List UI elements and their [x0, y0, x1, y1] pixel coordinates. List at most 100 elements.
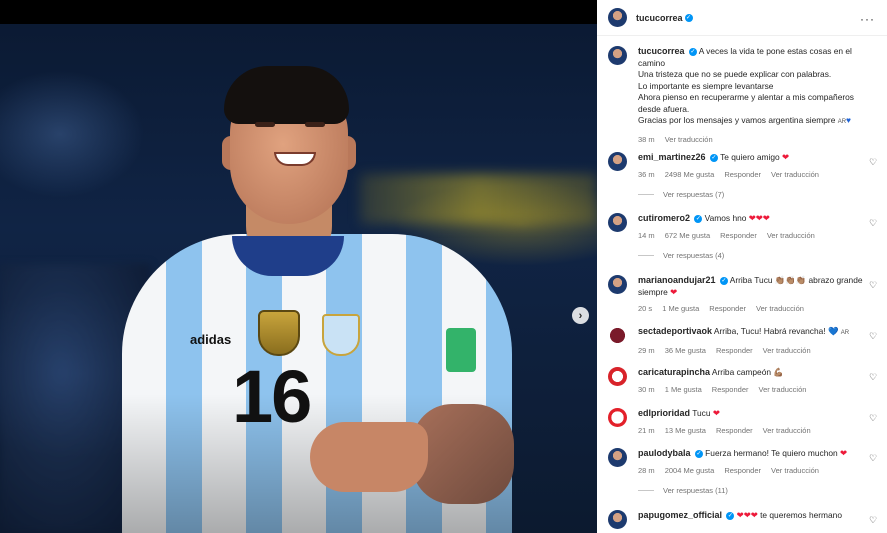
reply-button[interactable]: Responder [720, 230, 757, 242]
comment-text: Tucu [692, 408, 711, 418]
comment-meta: 29 m 36 Me gusta Responder Ver traducció… [638, 345, 866, 357]
comment-username[interactable]: sectadeportivaok [638, 326, 712, 336]
comment-meta: 30 m 1 Me gusta Responder Ver traducción [638, 384, 866, 396]
caption-username[interactable]: tucucorrea [638, 46, 685, 56]
reply-button[interactable]: Responder [716, 345, 753, 357]
see-translation-link[interactable]: Ver traducción [767, 230, 815, 242]
verified-badge-icon: ✓ [694, 449, 703, 458]
heart-outline-icon[interactable]: ♡ [869, 219, 878, 228]
comment-likes[interactable]: 2004 Me gusta [665, 465, 715, 477]
comment-username[interactable]: marianoandujar21 [638, 275, 716, 285]
sleeve-patch [446, 328, 476, 372]
reply-button[interactable]: Responder [724, 465, 761, 477]
see-translation-link[interactable]: Ver traducción [763, 345, 811, 357]
comment-time: 20 s [638, 304, 653, 313]
avatar[interactable] [608, 326, 627, 345]
more-options-icon[interactable]: ··· [860, 12, 875, 26]
reply-button[interactable]: Responder [712, 384, 749, 396]
comment-username[interactable]: edlprioridad [638, 408, 690, 418]
caption-line: Una tristeza que no se puede explicar co… [638, 69, 832, 79]
view-replies-label: Ver respuestas (4) [663, 251, 725, 260]
comment-username[interactable]: papugomez_official [638, 510, 722, 520]
view-replies-button[interactable]: Ver respuestas (4) [638, 250, 866, 262]
caption-line-last: Gracias por los mensajes y vamos argenti… [638, 115, 878, 129]
avatar[interactable] [608, 275, 627, 294]
comment-item: papugomez_official ✓ ❤❤❤ te queremos her… [608, 510, 878, 529]
comment-likes[interactable]: 2498 Me gusta [665, 169, 715, 181]
comment-likes[interactable]: 672 Me gusta [665, 230, 710, 242]
next-media-button[interactable]: › [572, 307, 589, 324]
post-header: tucucorrea ✓ ··· [597, 0, 887, 36]
avatar[interactable] [608, 408, 627, 427]
comment-text: Arriba campeón [711, 367, 772, 377]
comment-username[interactable]: emi_martinez26 [638, 152, 706, 162]
red-heart-emoji: ❤ [670, 286, 678, 297]
comment-body: papugomez_official ✓ ❤❤❤ te queremos her… [638, 510, 866, 529]
avatar[interactable] [608, 510, 627, 529]
caption-line: Lo importante es siempre levantarse [638, 80, 774, 91]
reply-button[interactable]: Responder [724, 169, 761, 181]
verified-badge-icon: ✓ [709, 153, 718, 162]
avatar[interactable] [608, 367, 627, 386]
comment-item: caricaturapincha Arriba campeón 💪🏽 30 m … [608, 367, 878, 395]
heart-outline-icon[interactable]: ♡ [869, 281, 878, 290]
comment-time: 21 m [638, 425, 655, 435]
red-heart-emoji: ❤ [840, 448, 848, 458]
view-replies-label: Ver respuestas (11) [663, 486, 728, 495]
comment-body: cutiromero2 ✓ Vamos hno ❤❤❤ 14 m 672 Me … [638, 213, 866, 262]
heart-outline-icon[interactable]: ♡ [869, 332, 878, 341]
see-translation-link[interactable]: Ver traducción [771, 169, 819, 181]
post-photo: adidas 16 [0, 24, 597, 533]
avatar[interactable] [608, 213, 627, 232]
comment-body: sectadeportivaok Arriba, Tucu! Habrá rev… [638, 326, 866, 356]
verified-badge-icon: ✓ [684, 13, 693, 22]
see-translation-link[interactable]: Ver traducción [759, 384, 807, 396]
reply-button[interactable]: Responder [709, 303, 746, 315]
avatar[interactable] [608, 46, 627, 65]
view-replies-button[interactable]: Ver respuestas (11) [638, 485, 866, 497]
flag-tag: AR [840, 330, 850, 336]
avatar[interactable] [608, 8, 627, 27]
comment-item: edlprioridad Tucu ❤ 21 m 13 Me gusta Res… [608, 408, 878, 436]
muscle-emoji: 💪🏽 [773, 367, 784, 377]
comment-username[interactable]: cutiromero2 [638, 213, 690, 223]
avatar[interactable] [608, 448, 627, 467]
verified-badge-icon: ✓ [688, 47, 697, 56]
see-translation-link[interactable]: Ver traducción [756, 303, 804, 315]
player-eye-left [255, 122, 275, 127]
player-hair [224, 66, 349, 124]
comment-text: te queremos hermano [760, 510, 842, 520]
heart-outline-icon[interactable]: ♡ [869, 158, 878, 167]
comment-item: cutiromero2 ✓ Vamos hno ❤❤❤ 14 m 672 Me … [608, 213, 878, 262]
comment-item: marianoandujar21 ✓ Arriba Tucu 👏🏽👏🏽👏🏽 ab… [608, 275, 878, 315]
comment-text: Arriba Tucu [729, 275, 773, 285]
verified-badge-icon: ✓ [719, 276, 728, 285]
see-translation-link[interactable]: Ver traducción [665, 134, 713, 146]
comment-likes[interactable]: 13 Me gusta [665, 425, 706, 437]
red-heart-emoji: ❤ [712, 408, 720, 418]
avatar[interactable] [608, 152, 627, 171]
see-translation-link[interactable]: Ver traducción [763, 425, 811, 437]
heart-outline-icon[interactable]: ♡ [869, 373, 878, 382]
comment-body: emi_martinez26 ✓ Te quiero amigo ❤ 36 m … [638, 152, 866, 201]
heart-outline-icon[interactable]: ♡ [869, 414, 878, 423]
player-hand [310, 422, 428, 492]
author-username[interactable]: tucucorrea [636, 13, 683, 23]
comment-meta: 14 m 672 Me gusta Responder Ver traducci… [638, 230, 866, 242]
comment-username[interactable]: caricaturapincha [638, 367, 710, 377]
heart-outline-icon[interactable]: ♡ [869, 454, 878, 463]
comment-likes[interactable]: 1 Me gusta [662, 303, 699, 315]
heart-outline-icon[interactable]: ♡ [869, 516, 878, 525]
comment-likes[interactable]: 1 Me gusta [665, 384, 702, 396]
red-heart-emoji: ❤❤❤ [736, 510, 758, 520]
post-side-panel: tucucorrea ✓ ··· tucucorrea ✓ A veces la… [597, 0, 887, 533]
view-replies-button[interactable]: Ver respuestas (7) [638, 189, 866, 201]
comment-time: 14 m [638, 230, 655, 240]
comment-likes[interactable]: 36 Me gusta [665, 345, 706, 357]
player-eye-right [305, 122, 325, 127]
reply-button[interactable]: Responder [716, 425, 753, 437]
chevron-right-icon: › [578, 309, 583, 322]
afa-crest-icon [322, 314, 360, 356]
see-translation-link[interactable]: Ver traducción [771, 465, 819, 477]
comment-username[interactable]: paulodybala [638, 448, 691, 458]
